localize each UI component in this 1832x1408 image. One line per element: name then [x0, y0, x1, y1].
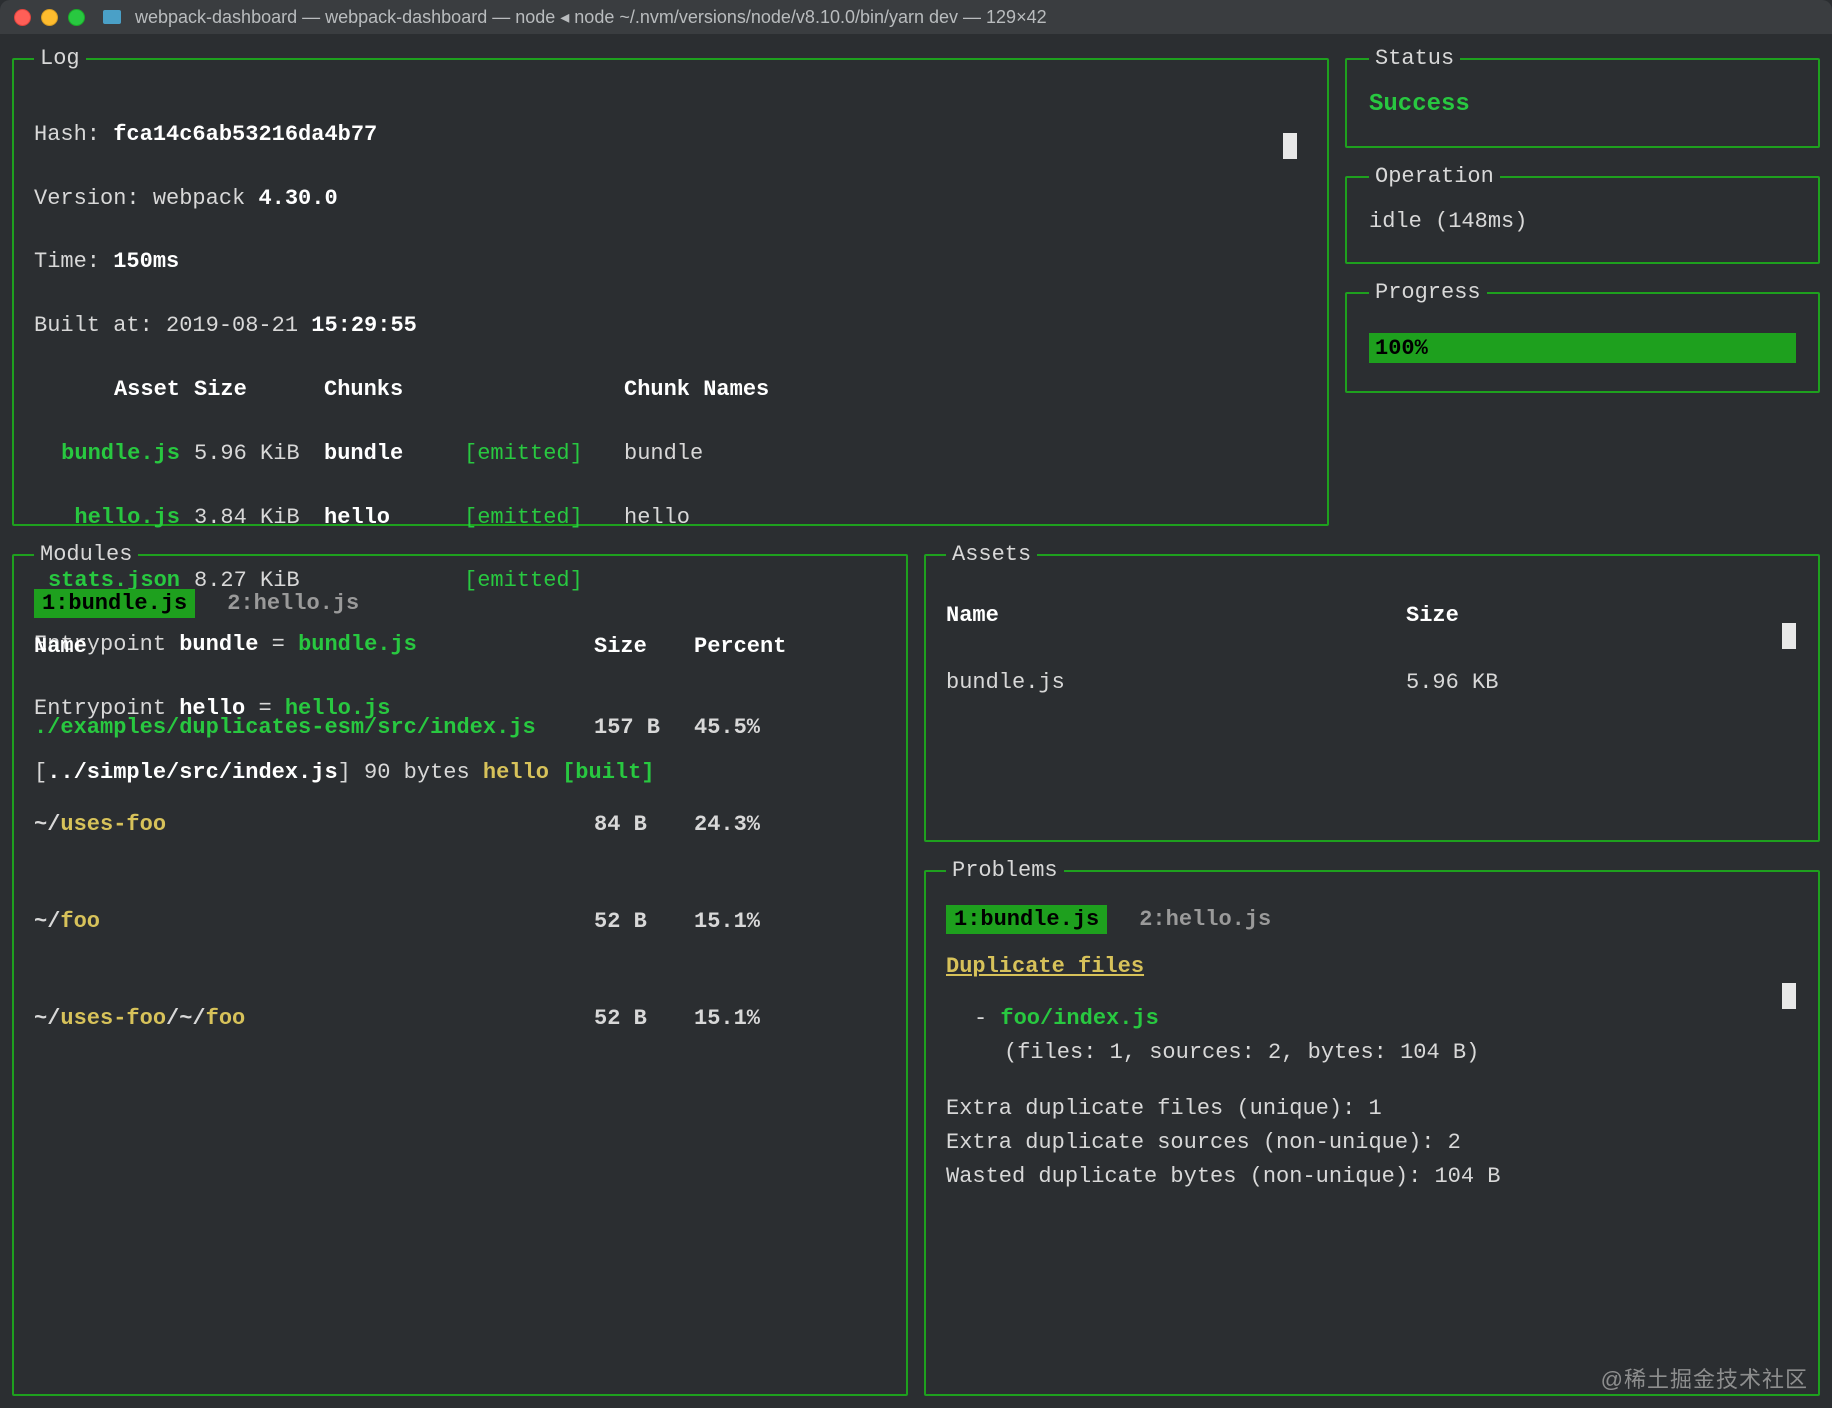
problems-extra: Extra duplicate files (unique): 1 [946, 1092, 1798, 1126]
log-scrollbar[interactable] [1283, 133, 1297, 159]
progress-bar: 100% [1369, 333, 1796, 363]
modules-panel: Modules 1:bundle.js 2:hello.js Name Size… [12, 542, 908, 1396]
log-asset-row: bundle.js5.96 KiBbundle[emitted]bundle [34, 438, 1307, 470]
operation-panel: Operation idle (148ms) [1345, 164, 1820, 264]
log-built-time: 15:29:55 [311, 313, 417, 338]
assets-table-header: Name Size [946, 603, 1798, 628]
assets-row: bundle.js 5.96 KB [946, 670, 1798, 695]
minimize-icon[interactable] [41, 9, 58, 26]
problems-panel: Problems 1:bundle.js 2:hello.js Duplicat… [924, 858, 1820, 1396]
problems-tab-bundle[interactable]: 1:bundle.js [946, 905, 1107, 934]
status-legend: Status [1369, 46, 1460, 71]
status-text: Success [1369, 91, 1796, 118]
progress-panel: Progress 100% [1345, 280, 1820, 393]
operation-legend: Operation [1369, 164, 1500, 189]
modules-table-header: Name Size Percent [34, 634, 886, 659]
log-asset-row: hello.js3.84 KiBhello[emitted]hello [34, 502, 1307, 534]
status-panel: Status Success [1345, 46, 1820, 148]
maximize-icon[interactable] [68, 9, 85, 26]
problems-extra: Extra duplicate sources (non-unique): 2 [946, 1126, 1798, 1160]
progress-legend: Progress [1369, 280, 1487, 305]
log-built-label: Built at: 2019-08-21 [34, 313, 298, 338]
close-icon[interactable] [14, 9, 31, 26]
log-panel: Log Hash: fca14c6ab53216da4b77 Version: … [12, 46, 1329, 526]
assets-legend: Assets [946, 542, 1037, 567]
modules-legend: Modules [34, 542, 138, 567]
watermark: @稀土掘金技术社区 [1601, 1362, 1808, 1394]
modules-row: ~/uses-foo/~/foo 52 B 15.1% [34, 1006, 886, 1031]
modules-tabs: 1:bundle.js 2:hello.js [34, 589, 886, 618]
problems-item-detail: (files: 1, sources: 2, bytes: 104 B) [946, 1036, 1798, 1070]
modules-row: ~/foo 52 B 15.1% [34, 909, 886, 934]
problems-tab-hello[interactable]: 2:hello.js [1131, 905, 1279, 934]
log-hash: fca14c6ab53216da4b77 [113, 122, 377, 147]
window-titlebar: webpack-dashboard — webpack-dashboard — … [0, 0, 1832, 34]
modules-row: ~/uses-foo 84 B 24.3% [34, 812, 886, 837]
assets-panel: Assets Name Size bundle.js 5.96 KB [924, 542, 1820, 842]
problems-item: - foo/index.js [946, 1002, 1798, 1036]
problems-dup-header: Duplicate files [946, 950, 1798, 984]
modules-tab-bundle[interactable]: 1:bundle.js [34, 589, 195, 618]
log-version: 4.30.0 [258, 186, 337, 211]
log-table-header: AssetSizeChunksChunk Names [34, 374, 1307, 406]
modules-tab-hello[interactable]: 2:hello.js [219, 589, 367, 618]
problems-extra: Wasted duplicate bytes (non-unique): 104… [946, 1160, 1798, 1194]
problems-tabs: 1:bundle.js 2:hello.js [946, 905, 1798, 934]
window-title: webpack-dashboard — webpack-dashboard — … [135, 7, 1047, 28]
log-hash-label: Hash: [34, 122, 100, 147]
modules-row: ./examples/duplicates-esm/src/index.js 1… [34, 715, 886, 740]
log-version-label: Version: webpack [34, 186, 245, 211]
assets-scrollbar[interactable] [1782, 623, 1796, 649]
log-time-label: Time: [34, 249, 100, 274]
problems-legend: Problems [946, 858, 1064, 883]
problems-scrollbar[interactable] [1782, 983, 1796, 1009]
folder-icon [103, 10, 121, 24]
window-controls [14, 9, 85, 26]
log-legend: Log [34, 46, 86, 71]
log-time: 150ms [113, 249, 179, 274]
operation-text: idle (148ms) [1369, 209, 1796, 234]
